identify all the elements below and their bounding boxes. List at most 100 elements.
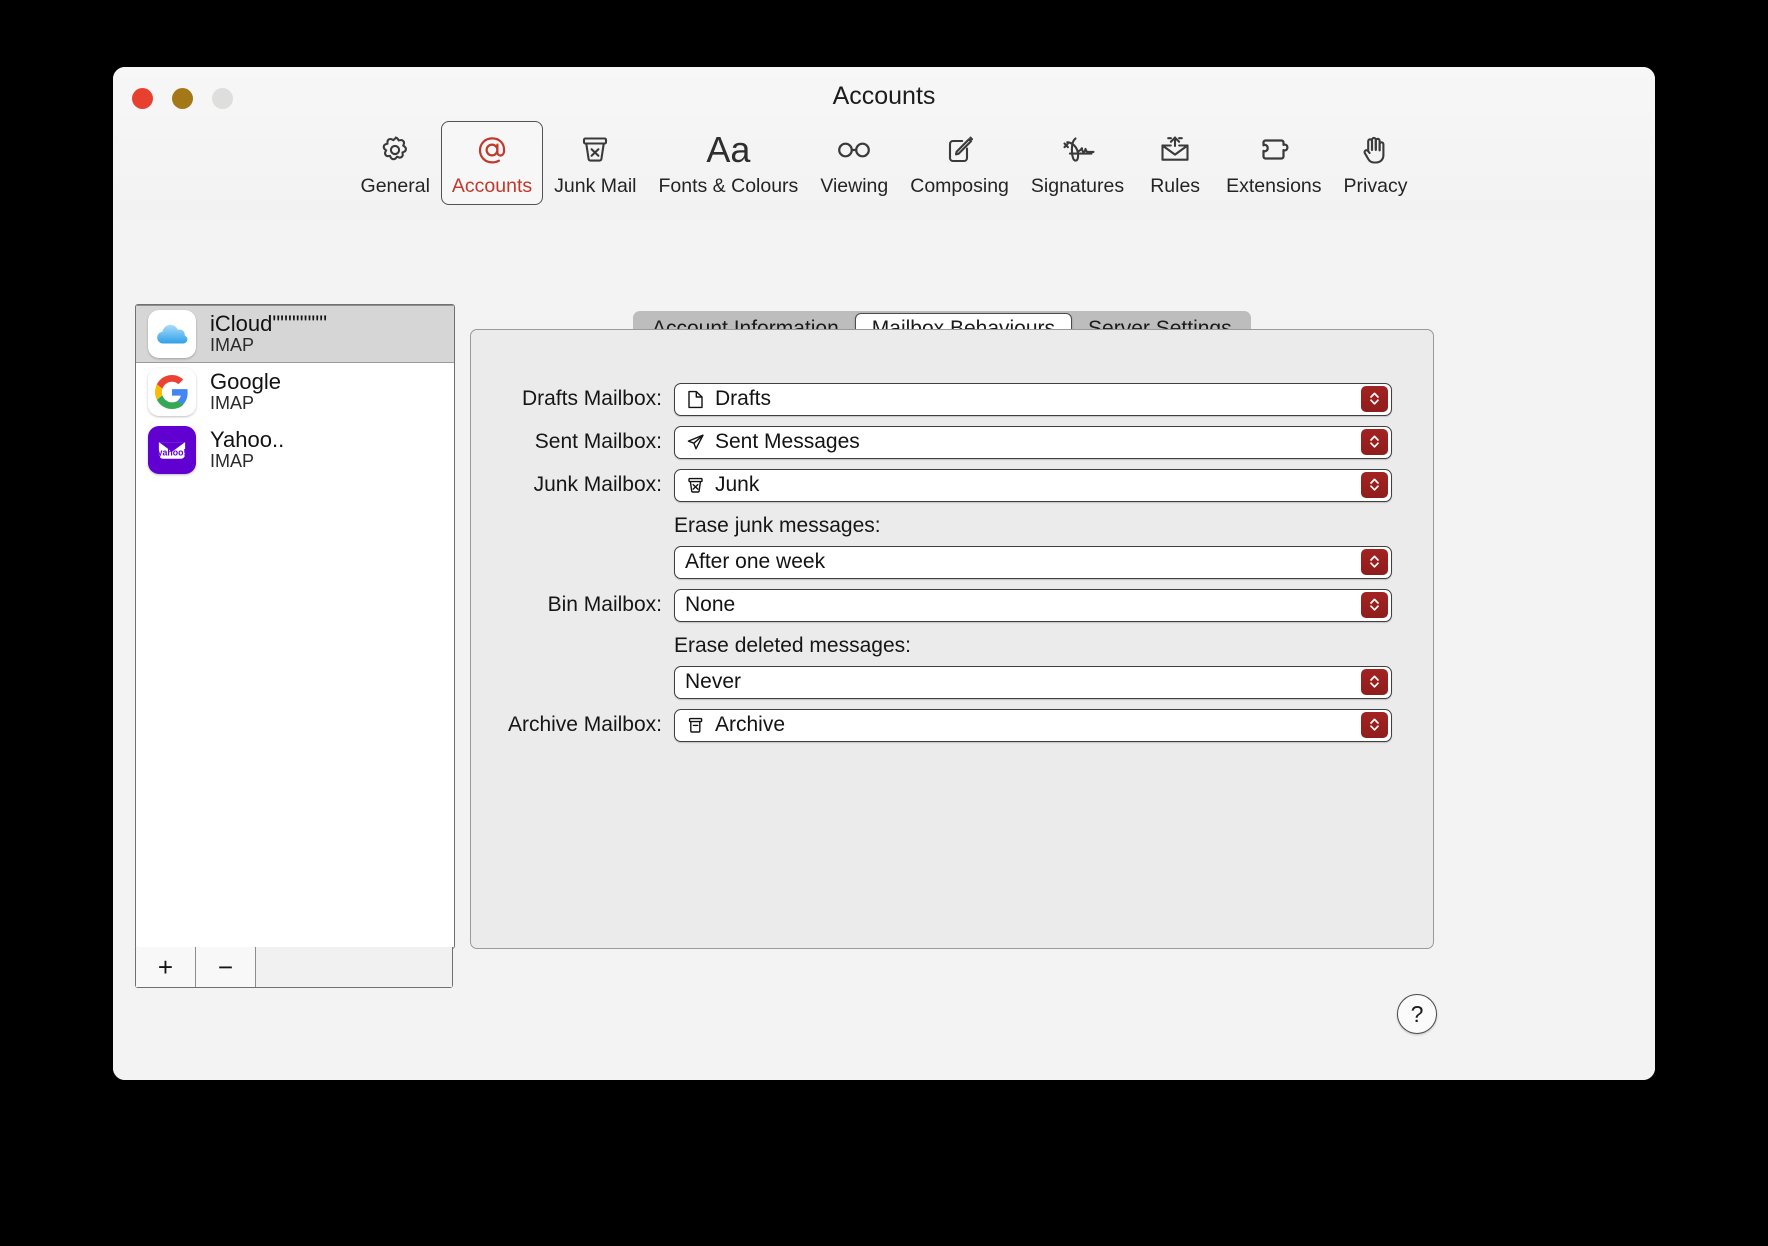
- glasses-icon: [833, 129, 875, 171]
- archive-mailbox-popup[interactable]: Archive: [674, 708, 1392, 742]
- drafts-mailbox-popup[interactable]: Drafts: [674, 382, 1392, 416]
- add-account-button[interactable]: +: [136, 947, 196, 987]
- archive-mailbox-stepper[interactable]: [1361, 711, 1388, 738]
- toolbar-item-label: Junk Mail: [554, 175, 637, 197]
- account-row-icloud[interactable]: iCloud""""""" IMAP: [136, 305, 454, 363]
- row-erase-deleted-label: Erase deleted messages:: [471, 631, 1433, 661]
- row-erase-junk-label: Erase junk messages:: [471, 511, 1433, 541]
- accounts-sidebar: iCloud""""""" IMAP Google IMAP yahoo! Ya…: [135, 304, 455, 949]
- erase-junk-popup[interactable]: After one week: [674, 545, 1392, 579]
- sidebar-footer-spacer: [256, 947, 452, 987]
- preferences-toolbar: General Accounts Junk Mail Aa Fonts & Co…: [113, 121, 1655, 205]
- remove-account-button[interactable]: −: [196, 947, 256, 987]
- toolbar-item-label: Rules: [1150, 175, 1201, 197]
- toolbar-item-rules[interactable]: Rules: [1135, 121, 1215, 205]
- help-button[interactable]: ?: [1397, 994, 1437, 1034]
- toolbar-item-privacy[interactable]: Privacy: [1333, 121, 1419, 205]
- account-type: IMAP: [210, 451, 255, 472]
- at-sign-icon: [472, 129, 512, 171]
- erase-deleted-value: Never: [685, 670, 742, 693]
- junk-mailbox-value: Junk: [715, 473, 760, 496]
- account-type: IMAP: [210, 335, 255, 356]
- bin-mailbox-stepper[interactable]: [1361, 591, 1388, 618]
- mailbox-behaviours-form: Drafts Mailbox: Drafts Sent Mailbox: Sen…: [471, 382, 1433, 751]
- toolbar-item-fonts-colours[interactable]: Aa Fonts & Colours: [648, 121, 810, 205]
- archive-mailbox-value: Archive: [715, 713, 786, 736]
- erase-junk-messages-label: Erase junk messages:: [674, 514, 881, 537]
- drafts-mailbox-stepper[interactable]: [1361, 385, 1388, 412]
- sent-mailbox-stepper[interactable]: [1361, 428, 1388, 455]
- row-erase-deleted-value: Never: [471, 665, 1433, 699]
- compose-icon: [940, 129, 980, 171]
- toolbar-item-junk-mail[interactable]: Junk Mail: [543, 121, 647, 205]
- junk-bin-icon: [685, 474, 706, 496]
- erase-deleted-messages-label: Erase deleted messages:: [674, 634, 911, 657]
- erase-deleted-popup[interactable]: Never: [674, 665, 1392, 699]
- toolbar-item-label: Fonts & Colours: [658, 175, 799, 197]
- account-type: IMAP: [210, 393, 255, 414]
- archive-mailbox-label: Archive Mailbox:: [507, 713, 662, 736]
- junk-mailbox-stepper[interactable]: [1361, 471, 1388, 498]
- sent-mailbox-value: Sent Messages: [715, 430, 860, 453]
- row-sent-mailbox: Sent Mailbox: Sent Messages: [471, 425, 1433, 459]
- archive-box-icon: [685, 714, 706, 736]
- bin-mailbox-value: None: [685, 593, 736, 616]
- bin-mailbox-popup[interactable]: None: [674, 588, 1392, 622]
- toolbar-item-viewing[interactable]: Viewing: [809, 121, 899, 205]
- account-text: Yahoo.. IMAP: [210, 428, 284, 471]
- toolbar-item-general[interactable]: General: [350, 121, 441, 205]
- accounts-preferences-window: Accounts General Accounts Junk Mail Aa F…: [113, 67, 1655, 1080]
- erase-junk-stepper[interactable]: [1361, 548, 1388, 575]
- junk-mailbox-label: Junk Mailbox:: [533, 473, 662, 496]
- window-title: Accounts: [832, 82, 936, 110]
- account-text: iCloud""""""" IMAP: [210, 312, 327, 355]
- toolbar-item-label: General: [360, 175, 430, 197]
- rules-mail-icon: [1154, 129, 1196, 171]
- junk-mailbox-popup[interactable]: Junk: [674, 468, 1392, 502]
- account-name: Google: [210, 369, 281, 395]
- toolbar-item-label: Viewing: [820, 175, 889, 197]
- svg-text:yahoo!: yahoo!: [158, 447, 187, 457]
- account-text: Google IMAP: [210, 370, 281, 413]
- row-drafts-mailbox: Drafts Mailbox: Drafts: [471, 382, 1433, 416]
- google-icon: [148, 368, 196, 416]
- preferences-body: iCloud""""""" IMAP Google IMAP yahoo! Ya…: [113, 219, 1655, 1080]
- account-row-yahoo[interactable]: yahoo! Yahoo.. IMAP: [136, 421, 454, 479]
- account-name: iCloud""""""": [210, 311, 328, 337]
- toolbar-item-composing[interactable]: Composing: [899, 121, 1020, 205]
- screen-root: Accounts General Accounts Junk Mail Aa F…: [0, 0, 1768, 1246]
- paper-plane-icon: [685, 431, 706, 453]
- toolbar-item-label: Signatures: [1030, 175, 1125, 197]
- drafts-mailbox-label: Drafts Mailbox:: [521, 387, 662, 410]
- row-archive-mailbox: Archive Mailbox: Archive: [471, 708, 1433, 742]
- signature-icon: [1055, 129, 1101, 171]
- toolbar-item-extensions[interactable]: Extensions: [1215, 121, 1332, 205]
- row-erase-junk-value: After one week: [471, 545, 1433, 579]
- sent-mailbox-label: Sent Mailbox:: [534, 430, 662, 453]
- toolbar-item-accounts[interactable]: Accounts: [440, 121, 544, 205]
- hand-icon: [1355, 129, 1395, 171]
- toolbar-item-signatures[interactable]: Signatures: [1020, 121, 1135, 205]
- toolbar-item-label: Composing: [910, 175, 1009, 197]
- yahoo-icon: yahoo!: [148, 426, 196, 474]
- toolbar-item-label: Extensions: [1226, 175, 1322, 197]
- sent-mailbox-popup[interactable]: Sent Messages: [674, 425, 1392, 459]
- account-list: iCloud""""""" IMAP Google IMAP yahoo! Ya…: [136, 305, 454, 479]
- junk-bin-icon: [575, 129, 615, 171]
- puzzle-icon: [1253, 129, 1295, 171]
- row-junk-mailbox: Junk Mailbox: Junk: [471, 468, 1433, 502]
- sidebar-footer-toolbar: + −: [135, 947, 453, 988]
- gear-icon: [375, 129, 415, 171]
- window-titlebar: Accounts General Accounts Junk Mail Aa F…: [113, 67, 1655, 220]
- row-bin-mailbox: Bin Mailbox: None: [471, 588, 1433, 622]
- erase-junk-value: After one week: [685, 550, 826, 573]
- bin-mailbox-label: Bin Mailbox:: [547, 593, 662, 616]
- toolbar-item-label: Accounts: [451, 175, 533, 197]
- account-row-google[interactable]: Google IMAP: [136, 363, 454, 421]
- erase-deleted-stepper[interactable]: [1361, 668, 1388, 695]
- drafts-mailbox-value: Drafts: [715, 387, 772, 410]
- toolbar-item-label: Privacy: [1343, 175, 1408, 197]
- icloud-icon: [148, 310, 196, 358]
- mailbox-behaviours-panel: Drafts Mailbox: Drafts Sent Mailbox: Sen…: [470, 329, 1434, 949]
- document-icon: [685, 388, 706, 410]
